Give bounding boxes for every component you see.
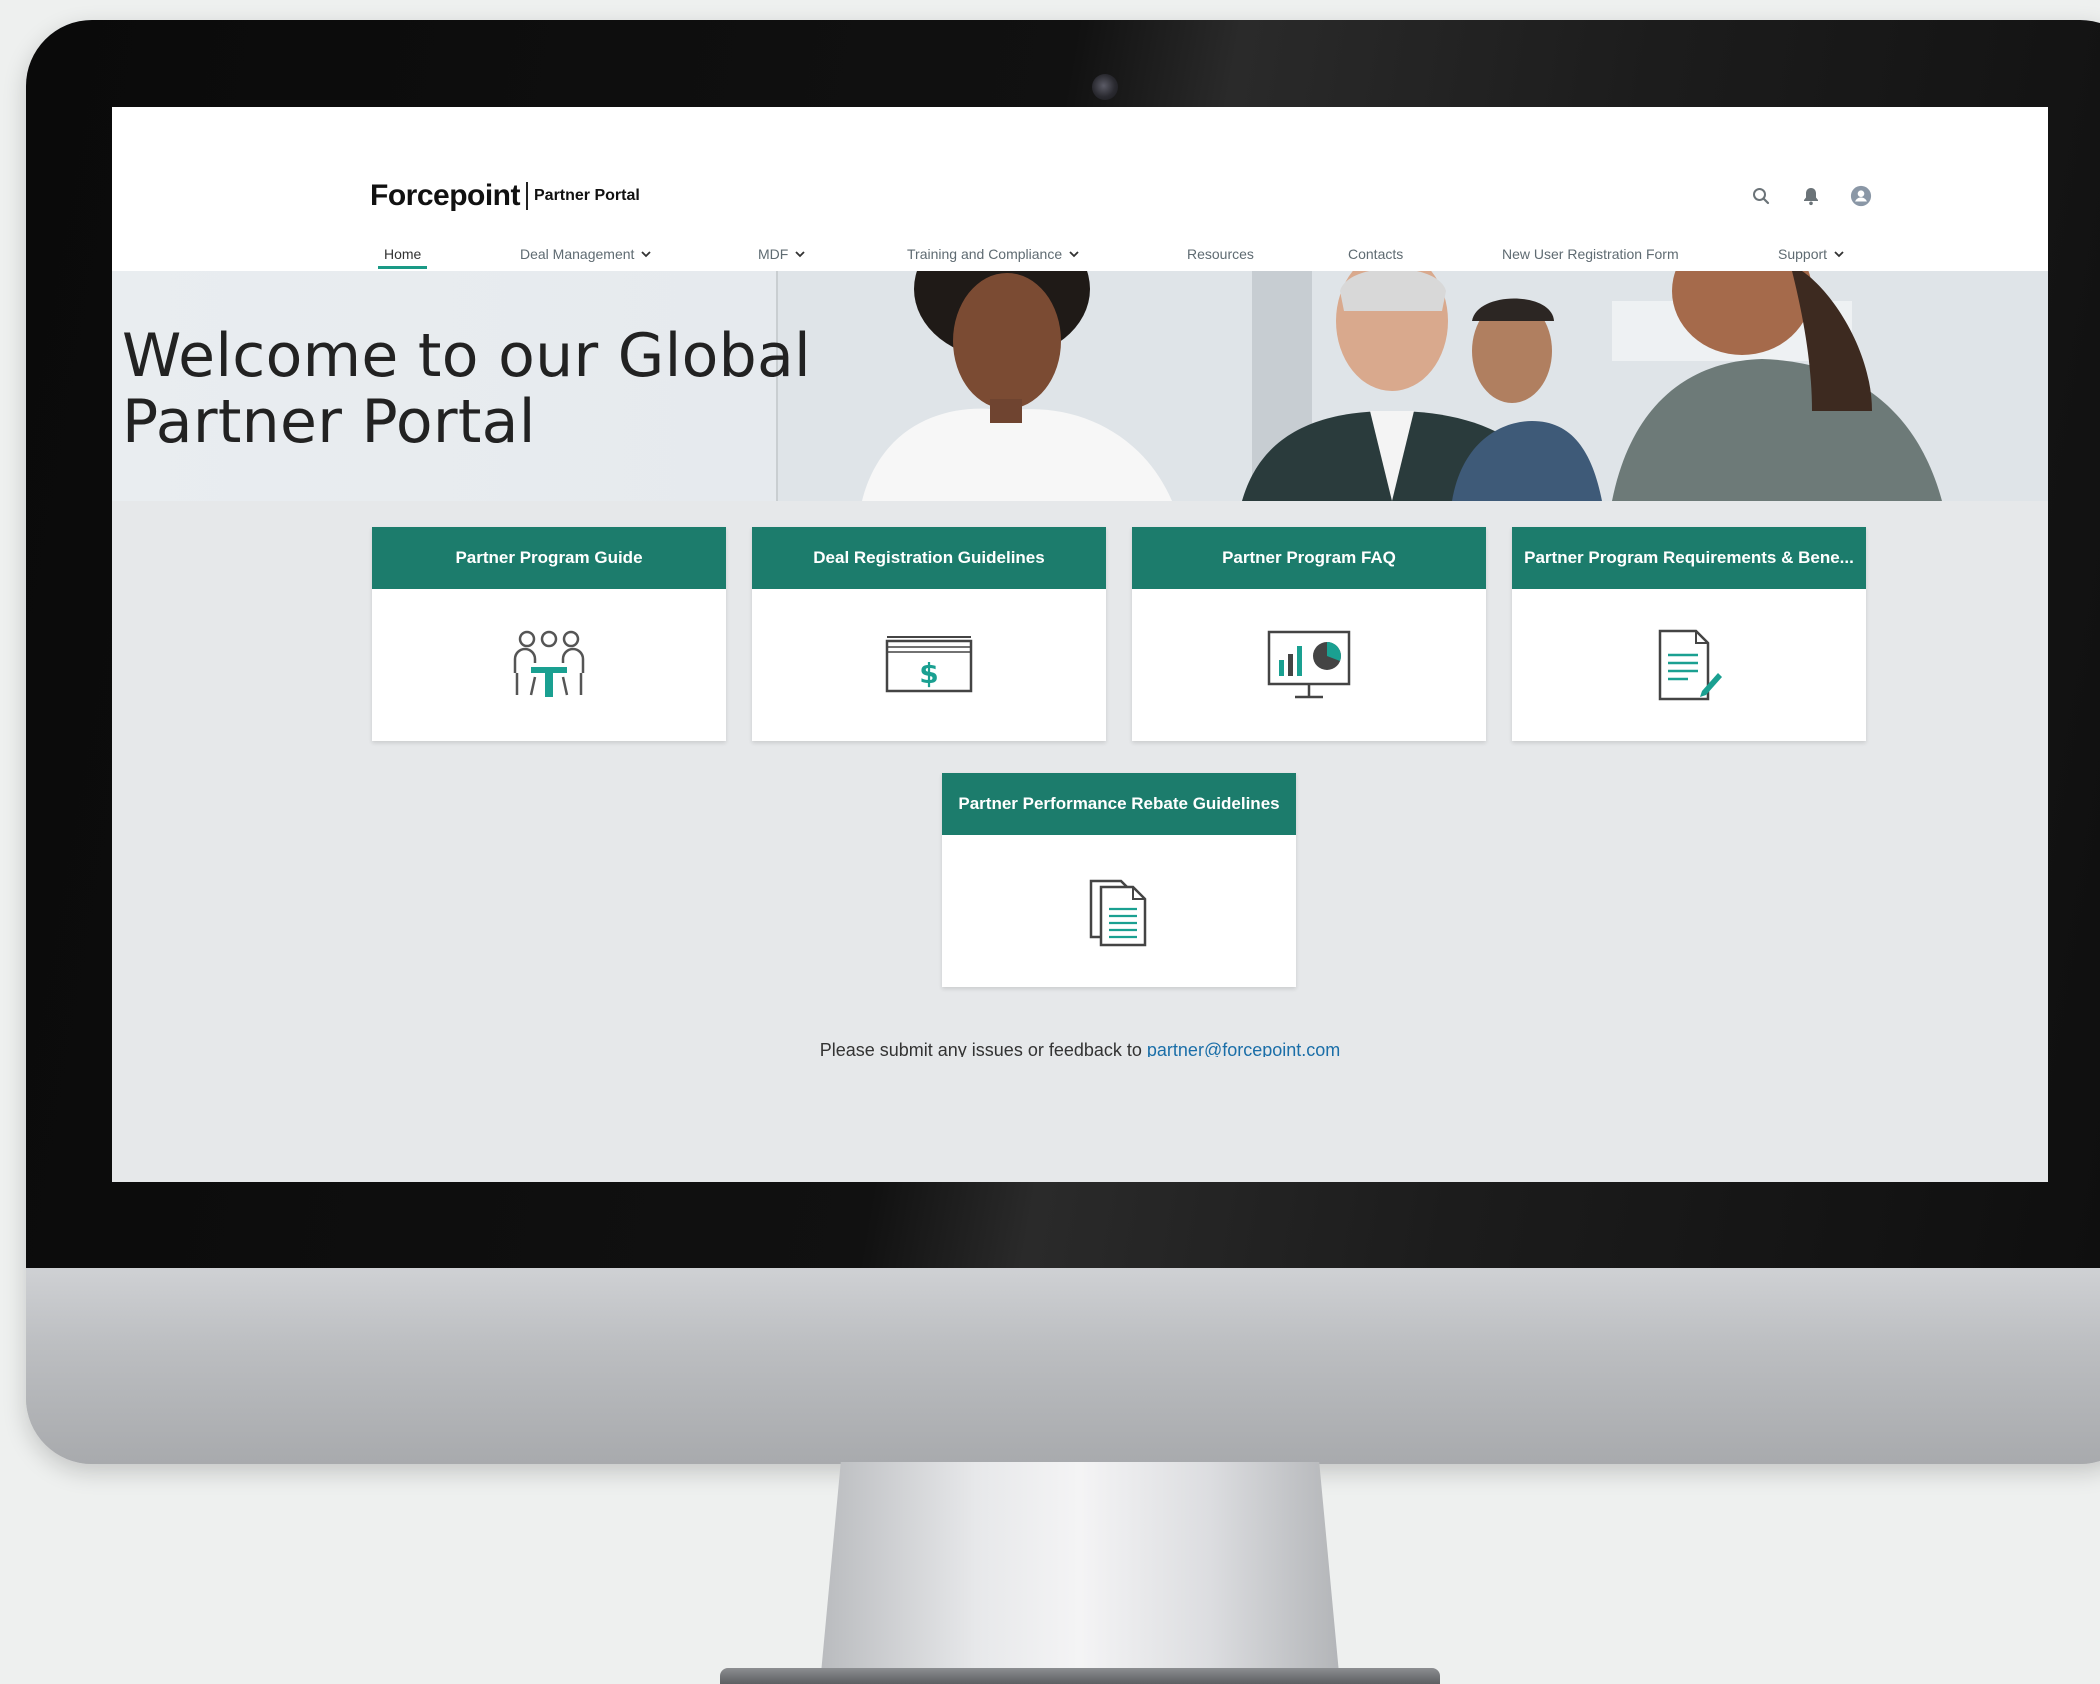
documents-icon bbox=[942, 835, 1296, 987]
header-icons bbox=[1750, 185, 1872, 207]
tile-partner-program-requirements[interactable]: Partner Program Requirements & Bene... bbox=[1512, 527, 1866, 741]
logo-divider bbox=[526, 182, 528, 210]
nav-item-support[interactable]: Support bbox=[1778, 239, 1845, 269]
tile-title: Deal Registration Guidelines bbox=[752, 527, 1106, 589]
tile-title: Partner Program Guide bbox=[372, 527, 726, 589]
nav-item-contacts[interactable]: Contacts bbox=[1348, 239, 1403, 269]
meeting-people-icon bbox=[372, 589, 726, 741]
nav-label: Support bbox=[1778, 246, 1828, 262]
browser-screen: Forcepoint Partner Portal Home Deal Mana… bbox=[112, 107, 2048, 1182]
tile-partner-program-faq[interactable]: Partner Program FAQ bbox=[1132, 527, 1486, 741]
svg-text:$: $ bbox=[919, 657, 938, 690]
hero-title-line1: Welcome to our Global bbox=[122, 321, 812, 391]
hero-title-line2: Partner Portal bbox=[122, 387, 536, 457]
tile-partner-performance-rebate[interactable]: Partner Performance Rebate Guidelines bbox=[942, 773, 1296, 987]
feedback-note: Please submit any issues or feedback to … bbox=[112, 1037, 2048, 1057]
nav-label: Resources bbox=[1187, 246, 1254, 262]
dollar-bill-icon: $ bbox=[752, 589, 1106, 741]
nav-item-resources[interactable]: Resources bbox=[1187, 239, 1254, 269]
tile-deal-registration-guidelines[interactable]: Deal Registration Guidelines $ bbox=[752, 527, 1106, 741]
logo-wordmark: Forcepoint bbox=[370, 179, 521, 212]
nav-item-deal-management[interactable]: Deal Management bbox=[520, 239, 652, 269]
nav-label: MDF bbox=[758, 246, 789, 262]
feedback-email-link[interactable]: partner@forcepoint.com bbox=[1147, 1040, 1340, 1057]
nav-item-mdf[interactable]: MDF bbox=[758, 239, 806, 269]
tile-title: Partner Program FAQ bbox=[1132, 527, 1486, 589]
monitor-stand-base bbox=[720, 1668, 1440, 1684]
user-avatar-icon[interactable] bbox=[1850, 185, 1872, 207]
nav-label: Training and Compliance bbox=[907, 246, 1063, 262]
document-edit-icon bbox=[1512, 589, 1866, 741]
chevron-down-icon bbox=[641, 251, 652, 258]
logo-subtext: Partner Portal bbox=[534, 187, 640, 204]
nav-item-home[interactable]: Home bbox=[377, 239, 428, 269]
search-icon[interactable] bbox=[1750, 185, 1772, 207]
forcepoint-logo[interactable]: Forcepoint Partner Portal bbox=[370, 179, 640, 213]
tile-title: Partner Program Requirements & Bene... bbox=[1512, 527, 1866, 589]
nav-label: Deal Management bbox=[520, 246, 635, 262]
monitor-stand bbox=[820, 1462, 1340, 1684]
chevron-down-icon bbox=[1834, 251, 1844, 258]
bell-icon[interactable] bbox=[1800, 185, 1822, 207]
tile-partner-program-guide[interactable]: Partner Program Guide bbox=[372, 527, 726, 741]
monitor-chin bbox=[26, 1268, 2100, 1464]
main-nav: Home Deal Management MDF Training and Co… bbox=[112, 239, 2048, 271]
nav-item-new-user-registration[interactable]: New User Registration Form bbox=[1502, 239, 1679, 269]
nav-item-training-compliance[interactable]: Training and Compliance bbox=[907, 239, 1080, 269]
nav-label: Contacts bbox=[1348, 246, 1404, 262]
site-header: Forcepoint Partner Portal Home Deal Mana… bbox=[112, 107, 2048, 271]
hero-title: Welcome to our Global Partner Portal bbox=[122, 323, 811, 455]
chevron-down-icon bbox=[1069, 251, 1079, 258]
nav-label: Home bbox=[384, 246, 422, 262]
nav-label: New User Registration Form bbox=[1502, 246, 1679, 262]
tile-title: Partner Performance Rebate Guidelines bbox=[942, 773, 1296, 835]
presentation-chart-icon bbox=[1132, 589, 1486, 741]
hero-banner: Welcome to our Global Partner Portal bbox=[112, 271, 2048, 501]
feedback-text: Please submit any issues or feedback to bbox=[819, 1040, 1147, 1057]
chevron-down-icon bbox=[795, 251, 805, 258]
camera-icon bbox=[1092, 74, 1118, 100]
